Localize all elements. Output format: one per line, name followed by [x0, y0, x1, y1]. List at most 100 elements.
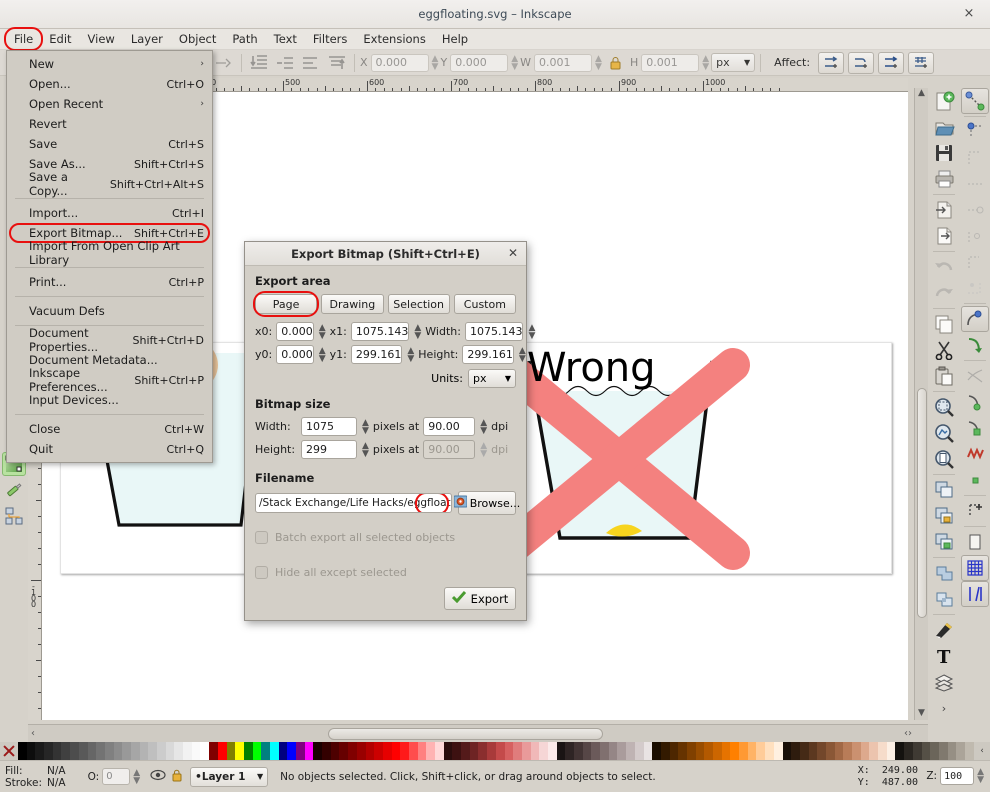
palette-swatch[interactable]: [417, 742, 427, 760]
palette-swatch[interactable]: [469, 742, 479, 760]
cut-icon[interactable]: [930, 337, 958, 363]
menu-path[interactable]: Path: [224, 30, 265, 48]
palette-swatch[interactable]: [339, 742, 349, 760]
palette-swatch[interactable]: [660, 742, 670, 760]
difference-icon[interactable]: [930, 586, 958, 612]
snap-smooth-node-icon[interactable]: [961, 415, 989, 441]
fill-stroke-dialog-icon[interactable]: [930, 617, 958, 643]
palette-swatch[interactable]: [304, 742, 314, 760]
snap-midpoint-line-icon[interactable]: [961, 441, 989, 467]
palette-swatch[interactable]: [600, 742, 609, 760]
units-select[interactable]: px ▼: [468, 369, 516, 388]
snap-guides-icon[interactable]: [961, 581, 989, 607]
file-menu-item-import-from-open-clip-art-library[interactable]: Import From Open Clip Art Library: [7, 239, 212, 267]
palette-swatch[interactable]: [695, 742, 705, 760]
file-menu-item-quit[interactable]: Quit Ctrl+Q: [7, 439, 212, 459]
palette-swatch[interactable]: [70, 742, 79, 760]
connector-tool[interactable]: [2, 504, 26, 528]
palette-swatch[interactable]: [400, 742, 409, 760]
snap-bbox-edge-icon[interactable]: [961, 145, 989, 171]
file-menu-item-save[interactable]: Save Ctrl+S: [7, 134, 212, 154]
area-height-input[interactable]: 299.161: [462, 345, 514, 364]
x-input[interactable]: 0.000: [370, 53, 429, 72]
palette-swatch[interactable]: [574, 742, 583, 760]
filename-input[interactable]: /Stack Exchange/Life Hacks/eggfloating.p…: [255, 493, 452, 513]
open-document-icon[interactable]: [930, 114, 958, 140]
y1-spinner[interactable]: ▲ ▼: [407, 346, 414, 363]
raise-to-top-icon[interactable]: [325, 52, 349, 74]
zoom-control[interactable]: Z: 100 ▲ ▼: [926, 767, 984, 785]
affect-stroke-button[interactable]: [818, 51, 845, 74]
palette-swatch[interactable]: [852, 742, 861, 760]
zoom-drawing-icon[interactable]: [930, 420, 958, 446]
palette-swatch[interactable]: [513, 742, 522, 760]
close-icon[interactable]: ×: [962, 7, 976, 21]
palette-swatch[interactable]: [956, 742, 965, 760]
layers-dialog-icon[interactable]: [930, 669, 958, 695]
palette-swatch[interactable]: [252, 742, 262, 760]
snap-to-path-icon[interactable]: [961, 306, 989, 332]
raise-icon[interactable]: [273, 52, 297, 74]
palette-swatch[interactable]: [799, 742, 809, 760]
dialog-close-icon[interactable]: ✕: [508, 246, 518, 260]
palette-swatch[interactable]: [930, 742, 939, 760]
save-icon[interactable]: [930, 140, 958, 166]
palette-swatch[interactable]: [765, 742, 774, 760]
menu-extensions[interactable]: Extensions: [355, 30, 433, 48]
snap-grid-icon[interactable]: [961, 555, 989, 581]
palette-swatch[interactable]: [235, 742, 244, 760]
snap-node-green-icon[interactable]: [961, 332, 989, 358]
area-selection-button[interactable]: Selection: [387, 294, 450, 314]
opacity-control[interactable]: O: 0 ▲ ▼: [88, 768, 140, 785]
menu-object[interactable]: Object: [171, 30, 224, 48]
snap-object-center-icon[interactable]: [961, 467, 989, 493]
menu-view[interactable]: View: [80, 30, 123, 48]
menu-layer[interactable]: Layer: [123, 30, 171, 48]
palette-swatch[interactable]: [565, 742, 574, 760]
palette-swatch[interactable]: [356, 742, 366, 760]
palette-swatch[interactable]: [35, 742, 45, 760]
file-menu-dropdown[interactable]: New › Open... Ctrl+O Open Recent › Revert Save C…: [6, 50, 213, 463]
menu-filters[interactable]: Filters: [305, 30, 355, 48]
palette-swatch[interactable]: [704, 742, 713, 760]
palette-swatch[interactable]: [938, 742, 948, 760]
x0-input[interactable]: 0.000: [276, 322, 314, 341]
file-menu-item-inkscape-preferences[interactable]: Inkscape Preferences... Shift+Ctrl+P: [7, 366, 212, 394]
palette-swatch[interactable]: [739, 742, 748, 760]
palette-swatch[interactable]: [643, 742, 653, 760]
affect-gradient-button[interactable]: [878, 51, 905, 74]
palette-swatch[interactable]: [652, 742, 661, 760]
zoom-selection-icon[interactable]: [930, 394, 958, 420]
palette-swatch[interactable]: [756, 742, 766, 760]
palette-swatch[interactable]: [825, 742, 835, 760]
scroll-left-icon[interactable]: ‹: [31, 728, 35, 739]
snap-cusp-node-icon[interactable]: [961, 389, 989, 415]
palette-swatch[interactable]: [348, 742, 357, 760]
bitmap-width-input[interactable]: 1075: [301, 417, 357, 436]
paste-icon[interactable]: [930, 363, 958, 389]
palette-swatch[interactable]: [669, 742, 679, 760]
color-palette[interactable]: ‹: [0, 742, 990, 760]
x0-spinner[interactable]: ▲ ▼: [319, 323, 326, 340]
browse-button[interactable]: Browse...: [453, 491, 520, 515]
print-icon[interactable]: [930, 166, 958, 192]
snap-enable-icon[interactable]: [961, 88, 989, 114]
export-bitmap-dialog[interactable]: Export Bitmap (Shift+Ctrl+E) ✕ Export ar…: [244, 241, 535, 621]
new-document-icon[interactable]: [930, 88, 958, 114]
snap-page-icon[interactable]: [961, 529, 989, 555]
palette-swatch[interactable]: [878, 742, 887, 760]
snap-bbox-icon[interactable]: [961, 119, 989, 145]
palette-swatch[interactable]: [183, 742, 192, 760]
snap-intersection-icon[interactable]: [961, 363, 989, 389]
palette-swatch[interactable]: [843, 742, 852, 760]
no-color-icon[interactable]: [0, 742, 18, 760]
palette-swatch[interactable]: [261, 742, 270, 760]
h-input[interactable]: 0.001: [641, 53, 700, 72]
area-custom-button[interactable]: Custom: [453, 294, 516, 314]
zoom-input[interactable]: 100: [940, 767, 975, 785]
snap-bbox-midpoint-icon[interactable]: [961, 197, 989, 223]
palette-swatch[interactable]: [947, 742, 957, 760]
palette-swatch[interactable]: [678, 742, 687, 760]
layer-visible-icon[interactable]: [150, 769, 166, 784]
lock-object-icon[interactable]: [930, 503, 958, 529]
